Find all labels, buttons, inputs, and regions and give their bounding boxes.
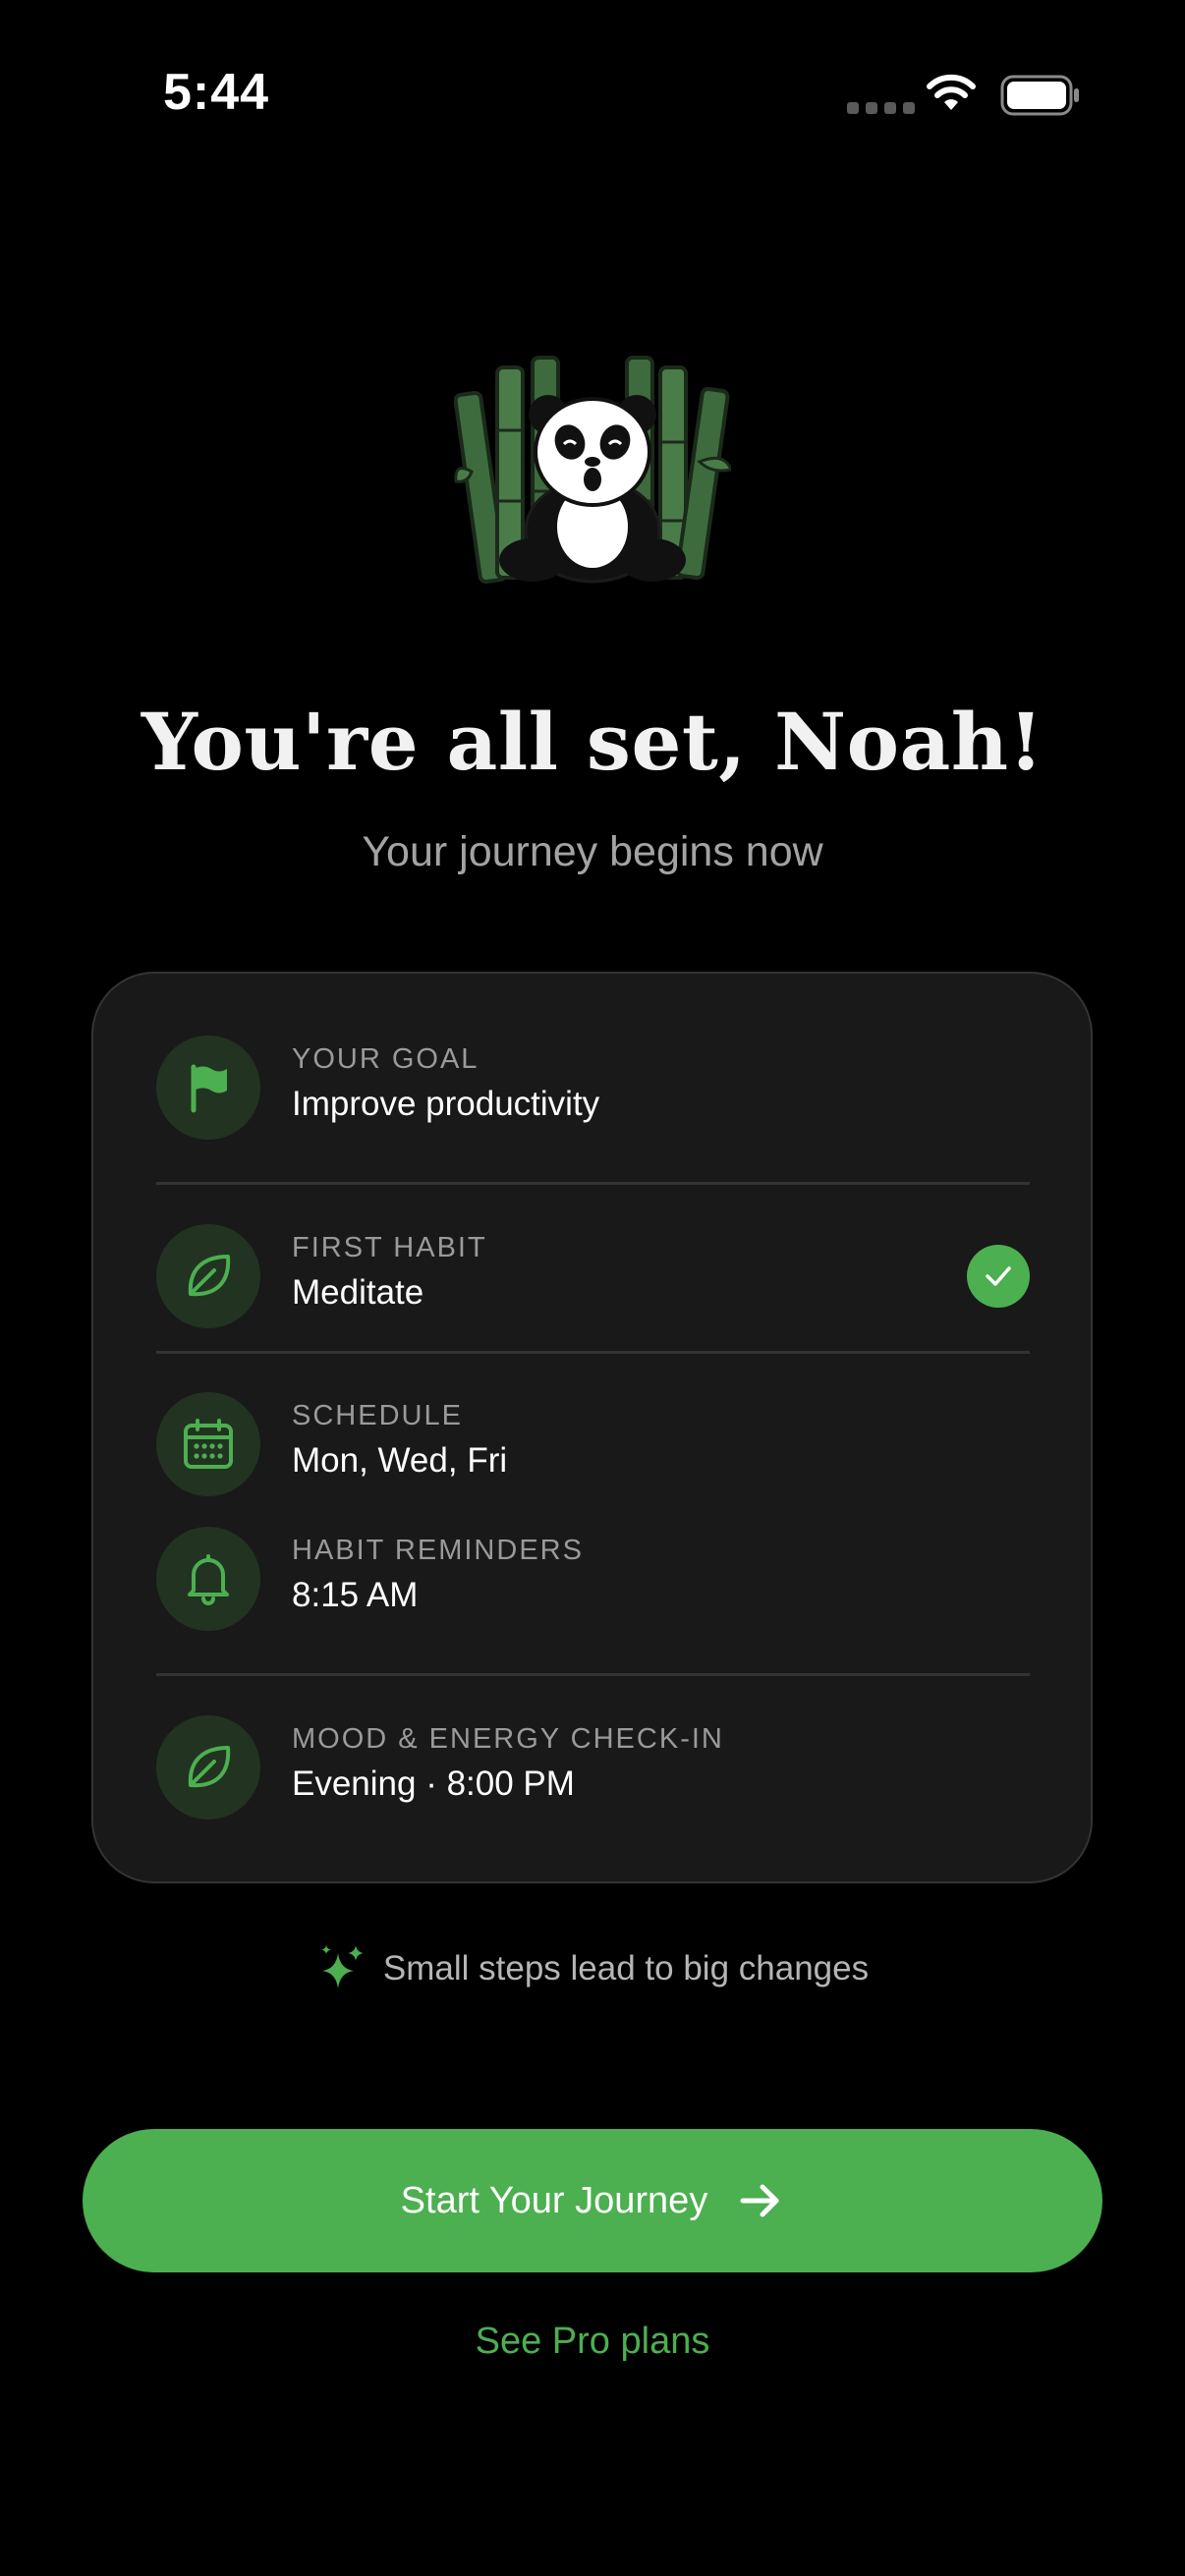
battery-icon	[1000, 75, 1079, 116]
summary-row-reminders: HABIT REMINDERS 8:15 AM	[156, 1527, 1030, 1631]
cellular-dots-icon	[847, 102, 915, 114]
summary-row-first-habit: FIRST HABIT Meditate	[156, 1224, 1030, 1328]
reminders-label: HABIT REMINDERS	[292, 1535, 584, 1566]
panda-bamboo-illustration	[454, 356, 731, 585]
first-habit-label: FIRST HABIT	[292, 1232, 487, 1263]
goal-label: YOUR GOAL	[292, 1043, 480, 1075]
divider	[156, 1182, 1030, 1185]
flag-icon	[156, 1036, 260, 1140]
goal-value: Improve productivity	[292, 1085, 600, 1123]
motivation-tagline: Small steps lead to big changes	[0, 1943, 1185, 1994]
tagline-text: Small steps lead to big changes	[382, 1949, 870, 1988]
divider	[156, 1673, 1030, 1676]
arrow-right-icon	[740, 2184, 779, 2217]
checkin-label: MOOD & ENERGY CHECK-IN	[292, 1723, 724, 1755]
schedule-label: SCHEDULE	[292, 1400, 463, 1431]
onboarding-complete-screen: 5:44 You're all set, Noah! Your journey …	[0, 0, 1185, 2576]
summary-row-checkin: MOOD & ENERGY CHECK-IN Evening · 8:00 PM	[156, 1715, 1030, 1820]
summary-row-schedule: SCHEDULE Mon, Wed, Fri	[156, 1392, 1030, 1496]
checkin-value: Evening · 8:00 PM	[292, 1764, 575, 1803]
page-title: You're all set, Noah!	[141, 696, 1044, 788]
wifi-icon	[927, 74, 976, 110]
first-habit-value: Meditate	[292, 1273, 424, 1312]
calendar-icon	[156, 1392, 260, 1496]
reminders-value: 8:15 AM	[292, 1576, 419, 1614]
check-icon	[967, 1245, 1030, 1308]
status-bar: 5:44	[0, 0, 1185, 187]
leaf-icon	[156, 1715, 260, 1820]
page-subtitle: Your journey begins now	[362, 828, 823, 875]
see-pro-plans-link[interactable]: See Pro plans	[0, 2321, 1185, 2363]
bell-icon	[156, 1527, 260, 1631]
schedule-value: Mon, Wed, Fri	[292, 1441, 508, 1480]
start-journey-button[interactable]: Start Your Journey	[83, 2129, 1102, 2272]
summary-row-goal: YOUR GOAL Improve productivity	[156, 1036, 1030, 1140]
divider	[156, 1351, 1030, 1354]
plan-summary-card: YOUR GOAL Improve productivity FIRST HAB…	[91, 972, 1093, 1883]
start-journey-label: Start Your Journey	[400, 2179, 708, 2221]
leaf-icon	[156, 1224, 260, 1328]
status-time: 5:44	[163, 64, 270, 121]
sparkles-icon	[320, 1945, 364, 1988]
